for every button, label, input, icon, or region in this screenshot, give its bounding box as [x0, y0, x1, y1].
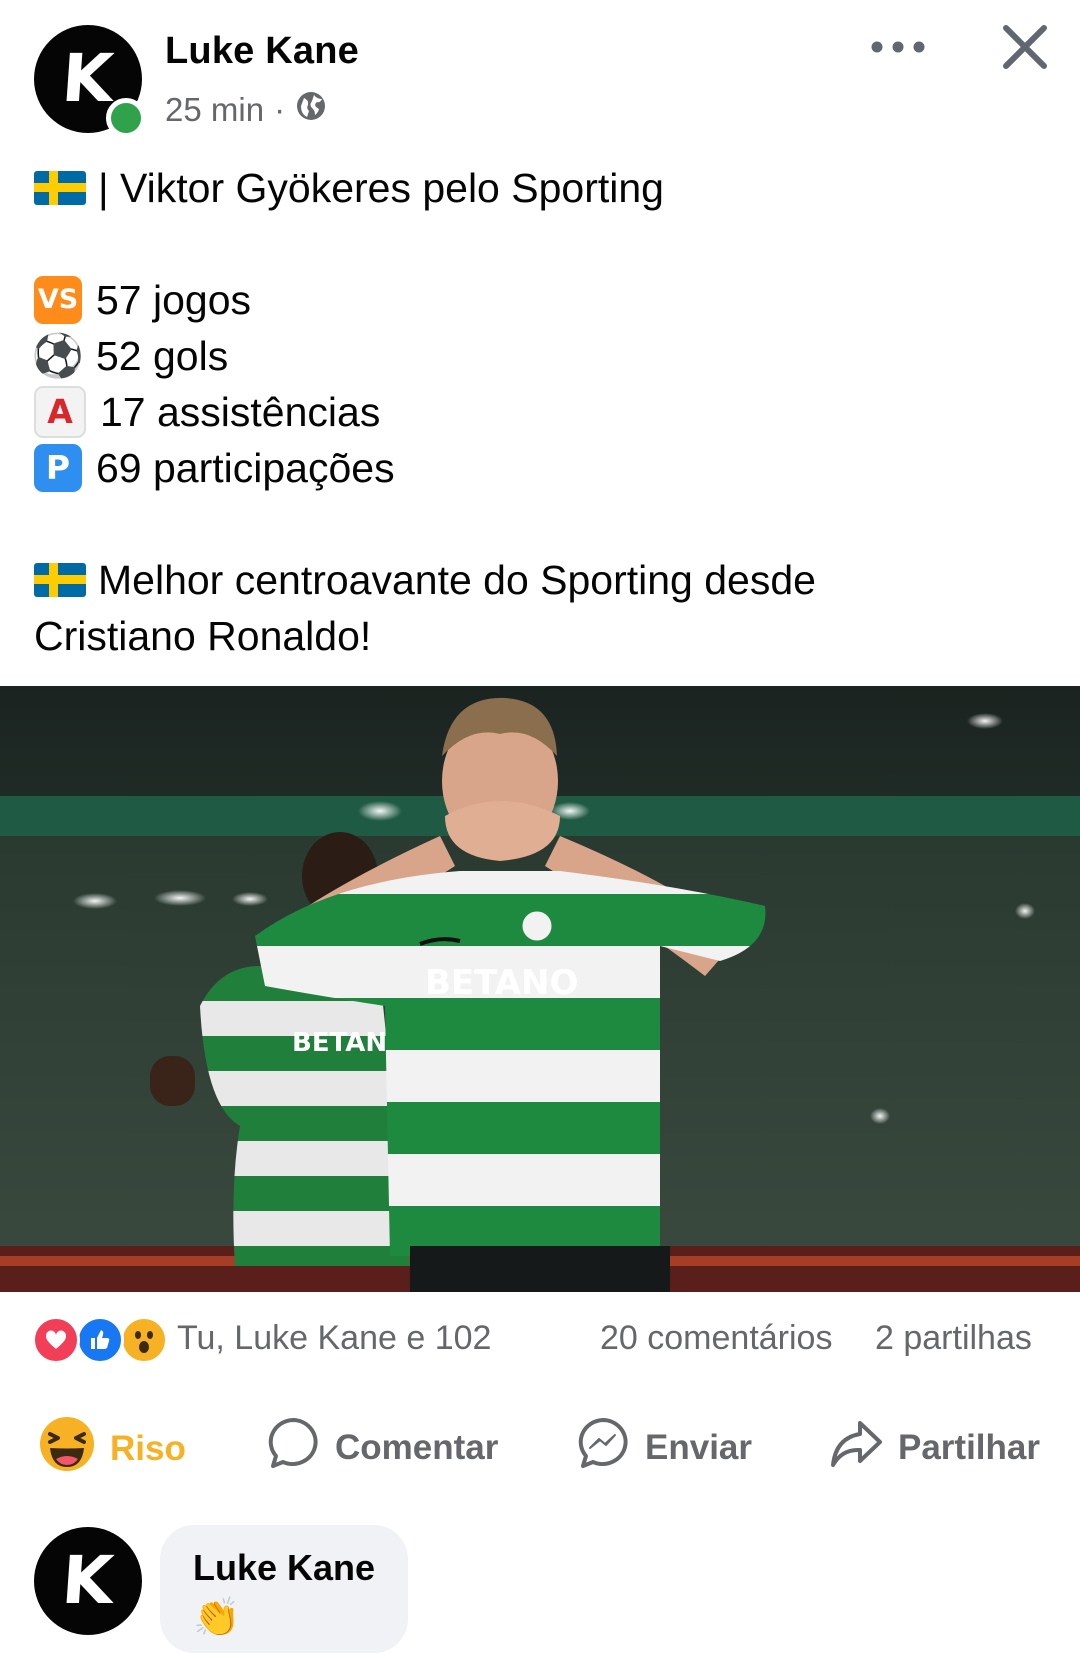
sweden-flag-icon: [34, 563, 86, 597]
meta-separator: ·: [274, 91, 286, 128]
soccer-ball-icon: ⚽: [31, 331, 85, 380]
post-title-line: | Viktor Gyökeres pelo Sporting: [34, 160, 664, 216]
post-title: | Viktor Gyökeres pelo Sporting: [98, 165, 664, 211]
close-icon[interactable]: [1002, 24, 1048, 75]
avatar-letter: K: [59, 40, 117, 117]
send-button[interactable]: Enviar: [575, 1415, 752, 1480]
letter-p-icon: P: [34, 444, 82, 492]
more-options-icon[interactable]: [870, 38, 926, 61]
share-label: Partilhar: [898, 1427, 1040, 1467]
front-sponsor-text: BETANO: [425, 963, 578, 1003]
post-time[interactable]: 25 min: [165, 91, 264, 129]
comment-button[interactable]: Comentar: [265, 1415, 498, 1480]
best-text-2: Cristiano Ronaldo!: [34, 613, 372, 659]
react-button[interactable]: Riso: [38, 1415, 186, 1482]
react-label: Riso: [110, 1428, 186, 1468]
stat-assists: 17 assistências: [100, 389, 381, 435]
messenger-icon: [575, 1415, 631, 1480]
laughing-face-icon: [38, 1415, 96, 1482]
stat-games-line: VS 57 jogos: [34, 272, 251, 328]
commenter-name[interactable]: Luke Kane: [193, 1547, 375, 1589]
like-reaction-icon: [76, 1316, 124, 1364]
best-text-1: Melhor centroavante do Sporting desde: [98, 557, 816, 603]
vs-icon: VS: [34, 276, 82, 324]
commenter-avatar-letter: K: [59, 1542, 117, 1619]
stat-participations-line: P 69 participações: [34, 440, 395, 496]
stat-goals-line: ⚽ 52 gols: [31, 328, 229, 384]
share-arrow-icon: [828, 1415, 884, 1480]
comments-count[interactable]: 20 comentários: [600, 1319, 832, 1358]
best-line-1: Melhor centroavante do Sporting desde: [34, 552, 816, 608]
comment-bubble-icon: [265, 1415, 321, 1480]
reactions-summary[interactable]: Tu, Luke Kane e 102: [177, 1319, 491, 1358]
author-name[interactable]: Luke Kane: [165, 30, 359, 73]
share-button[interactable]: Partilhar: [828, 1415, 1040, 1480]
commenter-avatar[interactable]: K: [34, 1527, 142, 1635]
wow-reaction-icon: [120, 1316, 168, 1364]
stat-games: 57 jogos: [96, 277, 252, 323]
send-label: Enviar: [645, 1427, 752, 1467]
love-reaction-icon: [32, 1316, 80, 1364]
sweden-flag-icon: [34, 171, 86, 205]
shares-count[interactable]: 2 partilhas: [875, 1319, 1032, 1358]
best-line-2: Cristiano Ronaldo!: [34, 608, 371, 664]
globe-icon: [295, 90, 327, 130]
letter-a-icon: A: [34, 386, 86, 438]
post-photo[interactable]: BETANO BETANO: [0, 686, 1080, 1292]
online-status-dot: [106, 98, 146, 138]
stat-participations: 69 participações: [96, 445, 395, 491]
post-meta: 25 min ·: [165, 90, 327, 130]
stat-goals: 52 gols: [96, 333, 229, 379]
clapping-hands-icon: 👏: [193, 1595, 241, 1639]
comment-label: Comentar: [335, 1427, 499, 1467]
stat-assists-line: A 17 assistências: [34, 384, 380, 440]
